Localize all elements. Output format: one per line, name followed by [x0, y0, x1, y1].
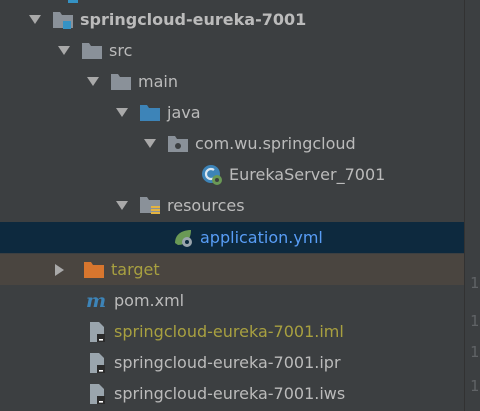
spring-yml-icon	[172, 227, 194, 249]
editor-divider	[464, 0, 465, 411]
folder-icon	[81, 40, 103, 62]
chevron-down-icon[interactable]	[57, 44, 71, 58]
iml-file-icon	[86, 321, 108, 343]
excluded-folder-icon	[83, 259, 105, 281]
ipr-file-icon	[86, 352, 108, 374]
tree-item-label: resources	[167, 196, 245, 215]
tree-item-src[interactable]: src	[0, 35, 464, 66]
tree-item-iml-file[interactable]: springcloud-eureka-7001.iml	[0, 316, 464, 347]
module-folder-icon	[52, 9, 74, 31]
tree-item-main[interactable]: main	[0, 66, 464, 97]
tree-item-label: pom.xml	[114, 291, 185, 310]
gutter-line-number: 1	[470, 274, 480, 292]
tree-item-springcloud-eureka-7001[interactable]: springcloud-eureka-7001	[0, 4, 464, 35]
resources-folder-icon	[139, 195, 161, 217]
tree-item-java[interactable]: java	[0, 97, 464, 128]
chevron-down-icon[interactable]	[115, 106, 129, 120]
chevron-down-icon[interactable]	[28, 13, 42, 27]
scroll-edge-marker	[68, 0, 78, 3]
gutter-line-number: 1	[470, 343, 480, 361]
tree-item-label: application.yml	[200, 228, 323, 247]
chevron-down-icon[interactable]	[115, 199, 129, 213]
tree-item-com-wu-springcloud[interactable]: com.wu.springcloud	[0, 128, 464, 159]
tree-item-label: springcloud-eureka-7001.iws	[114, 384, 346, 403]
source-root-folder-icon	[139, 102, 161, 124]
chevron-down-icon[interactable]	[143, 137, 157, 151]
tree-item-label: springcloud-eureka-7001.iml	[114, 322, 344, 341]
tree-item-label: main	[138, 72, 178, 91]
tree-item-label: target	[111, 260, 160, 279]
gutter-line-number: 1	[470, 377, 480, 395]
folder-icon	[110, 71, 132, 93]
tree-item-eurekaserver-7001[interactable]: EurekaServer_7001	[0, 159, 464, 190]
tree-item-ipr-file[interactable]: springcloud-eureka-7001.ipr	[0, 347, 464, 378]
tree-item-iws-file[interactable]: springcloud-eureka-7001.iws	[0, 378, 464, 409]
gutter-line-number: 1	[470, 312, 480, 330]
tree-item-label: springcloud-eureka-7001	[80, 10, 307, 29]
tree-item-pom-xml[interactable]: m pom.xml	[0, 285, 464, 316]
spring-boot-class-icon	[201, 164, 223, 186]
chevron-right-icon[interactable]	[53, 263, 67, 277]
maven-icon: m	[86, 290, 108, 312]
svg-text:m: m	[86, 291, 106, 311]
tree-item-application-yml[interactable]: application.yml	[0, 222, 464, 253]
tree-item-label: EurekaServer_7001	[229, 165, 386, 184]
tree-item-label: java	[167, 103, 201, 122]
iws-file-icon	[86, 383, 108, 405]
project-tree-panel: springcloud-eureka-7001 src main java co…	[0, 0, 480, 411]
package-icon	[167, 133, 189, 155]
tree-item-label: src	[109, 41, 133, 60]
chevron-down-icon[interactable]	[86, 75, 100, 89]
tree-item-resources[interactable]: resources	[0, 190, 464, 221]
tree-item-label: com.wu.springcloud	[195, 134, 356, 153]
tree-item-target[interactable]: target	[0, 254, 464, 285]
tree-item-label: springcloud-eureka-7001.ipr	[114, 353, 341, 372]
